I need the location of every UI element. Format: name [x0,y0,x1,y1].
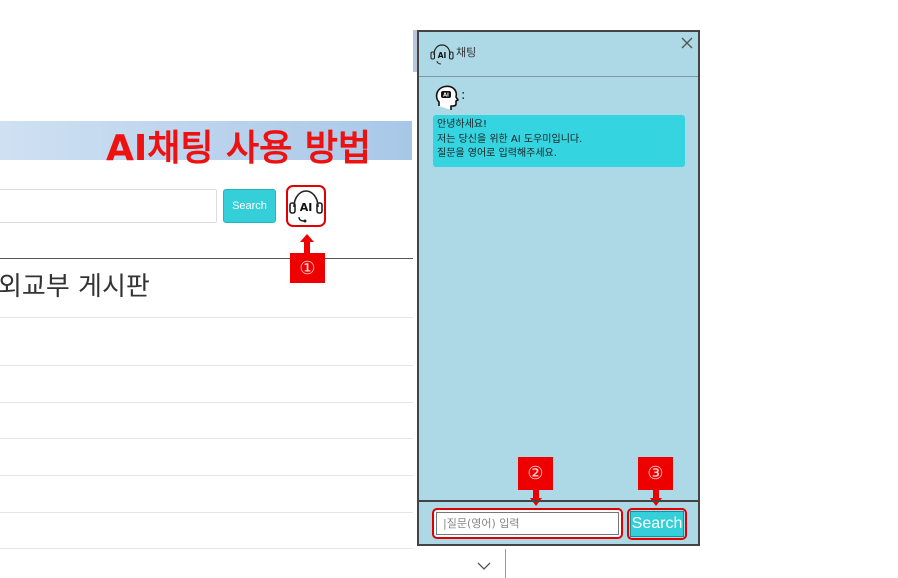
table-row [0,438,413,439]
svg-text:AI: AI [443,93,449,99]
search-input[interactable] [0,189,217,223]
table-row [0,548,413,549]
ai-headset-icon: AI [289,190,323,223]
step-badge-2: ② [518,457,553,490]
step-badge-3: ③ [638,457,673,490]
message-line: 질문을 영어로 입력해주세요. [437,148,557,159]
chat-input[interactable]: |질문(영어) 입력 [436,512,619,535]
divider [505,549,506,578]
table-row [0,512,413,513]
ai-chat-button[interactable]: AI [286,185,326,227]
arrow-up-icon [300,234,314,254]
bot-message: 안녕하세요! 저는 당신을 위한 AI 도우미입니다. 질문을 영어로 입력해주… [433,115,685,167]
page-heading: AI채팅 사용 방법 [106,128,372,169]
message-line: 저는 당신을 위한 AI 도우미입니다. [437,133,583,145]
arrow-down-icon [650,488,662,506]
svg-text:AI: AI [300,201,313,214]
table-row [0,475,413,476]
chat-footer-divider [419,500,698,502]
chevron-down-icon[interactable] [476,559,492,573]
chat-title: 채팅 [456,46,477,59]
divider [0,258,413,259]
arrow-down-icon [530,488,542,506]
send-button[interactable]: Search [630,511,684,537]
ai-headset-icon: AI [430,44,454,65]
message-line: 안녕하세요! [437,119,488,130]
bot-label: : [461,88,466,103]
search-button[interactable]: Search [223,189,276,223]
chat-header-divider [419,76,698,77]
bot-head-icon: AI [435,85,459,110]
table-row [0,365,413,366]
board-title: 외교부 게시판 [0,272,150,302]
svg-text:AI: AI [438,51,447,60]
table-row [0,317,413,318]
table-row [0,402,413,403]
step-badge-1: ① [290,253,325,283]
close-icon[interactable] [680,36,694,50]
